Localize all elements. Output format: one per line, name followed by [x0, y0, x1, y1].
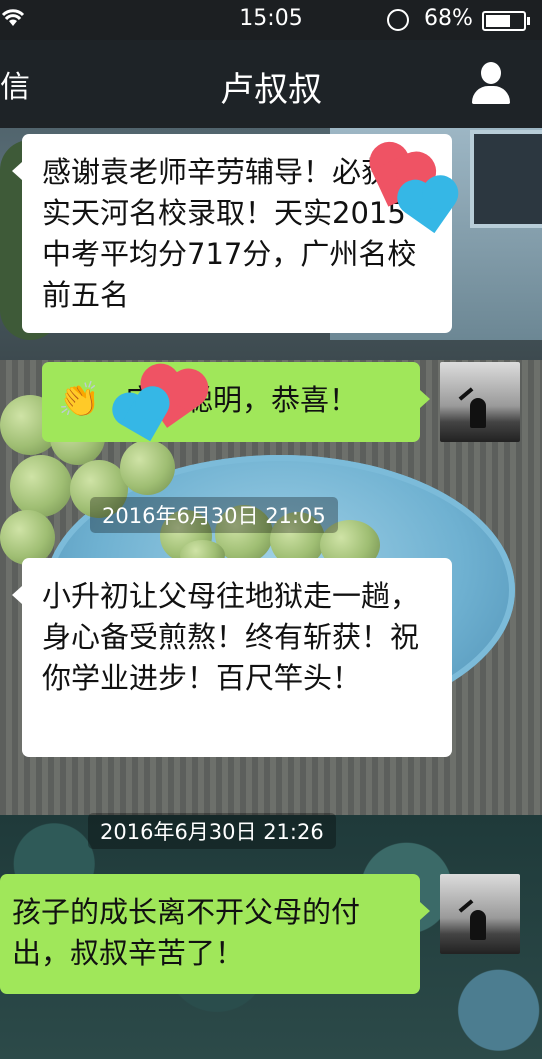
- blue-heart-sticker-icon: [404, 182, 456, 234]
- status-bar: 15:05 68%: [0, 0, 542, 40]
- incoming-message-bubble[interactable]: 小升初让父母往地狱走一趟，身心备受煎熬！终有斩获！祝你学业进步！百尺竿头！: [12, 558, 452, 757]
- person-icon[interactable]: [468, 62, 514, 108]
- clapping-hands-emoji: 👏: [58, 380, 101, 420]
- avatar[interactable]: [440, 362, 520, 442]
- timestamp: 2016年6月30日 21:26: [88, 813, 336, 849]
- chat-title: 卢叔叔: [220, 70, 322, 110]
- outgoing-message-bubble[interactable]: 👏 宝贝聪明，恭喜！: [42, 362, 430, 442]
- battery-icon: [482, 11, 530, 31]
- message-text: 孩子的成长离不开父母的付出，叔叔辛苦了！: [12, 895, 361, 970]
- message-text: 感谢袁老师辛劳辅导！必获省实天河名校录取！天实2015中考平均分717分，广州名…: [42, 155, 420, 312]
- outgoing-message-bubble[interactable]: 孩子的成长离不开父母的付出，叔叔辛苦了！: [0, 874, 430, 994]
- battery-percent: 68%: [424, 6, 473, 31]
- avatar[interactable]: [440, 874, 520, 954]
- message-text: 小升初让父母往地狱走一趟，身心备受煎熬！终有斩获！祝你学业进步！百尺竿头！: [42, 579, 420, 695]
- timestamp: 2016年6月30日 21:05: [90, 497, 338, 533]
- chat-header: 信 卢叔叔: [0, 40, 542, 128]
- battery-fill: [486, 15, 511, 27]
- orientation-lock-icon: [387, 9, 409, 31]
